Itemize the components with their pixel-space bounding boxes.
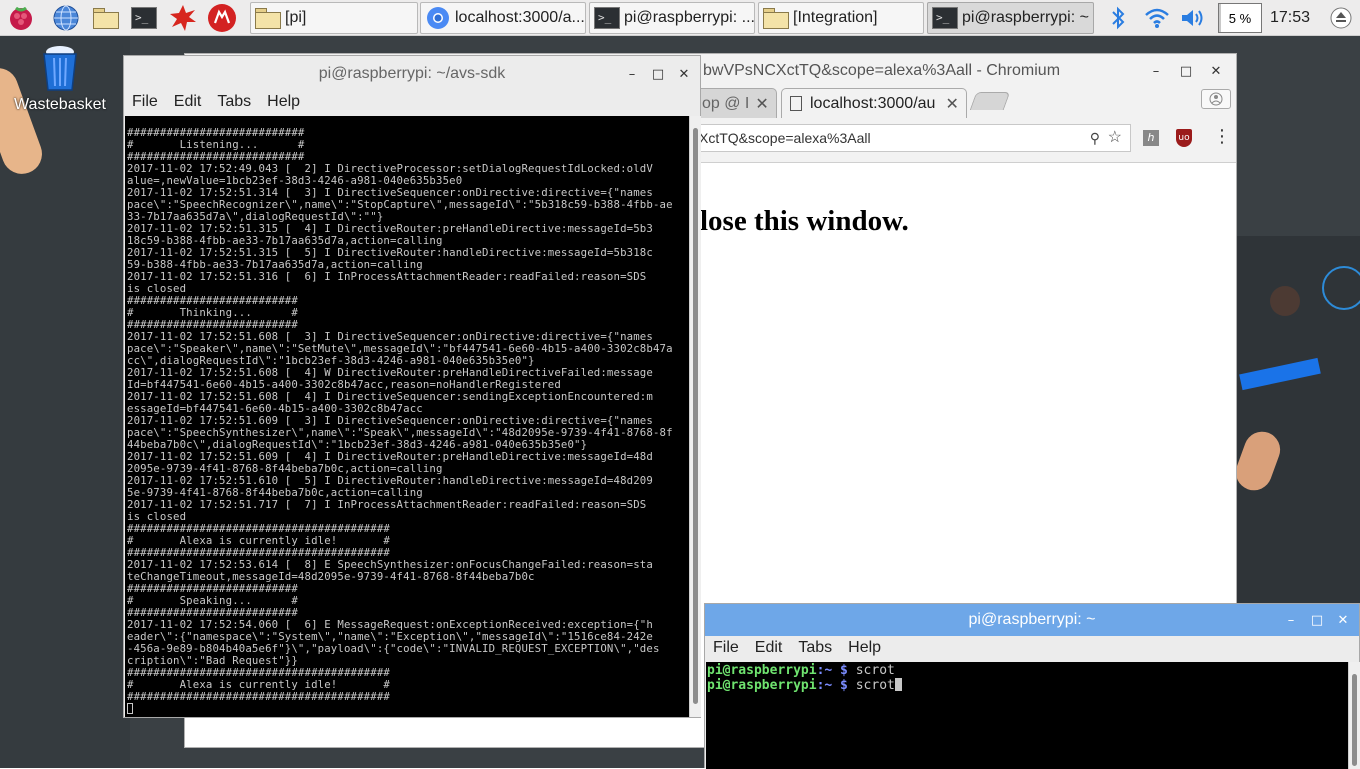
bookmark-star-icon[interactable]: ☆ <box>1108 125 1122 151</box>
menu-edit[interactable]: Edit <box>174 93 202 111</box>
taskbar-task-pi-folder[interactable]: [pi] <box>250 2 418 34</box>
new-tab-button[interactable] <box>969 92 1011 110</box>
window-title: bwVPsNCXctTQ&scope=alexa%3Aall - Chromiu… <box>703 62 1061 79</box>
terminal-output[interactable]: ########################### # Listening..… <box>125 116 689 717</box>
window-title: pi@raspberrypi: ~/avs-sdk <box>318 65 506 82</box>
menu-icon[interactable]: ⋮ <box>1213 127 1231 147</box>
cpu-usage-fill <box>1219 4 1222 32</box>
eject-icon[interactable] <box>1326 0 1356 36</box>
maximize-button[interactable]: □ <box>650 66 666 82</box>
terminal-icon: >_ <box>932 6 958 30</box>
address-bar[interactable]: XctTQ&scope=alexa%3Aall ⚲ ☆ <box>699 124 1131 152</box>
page-heading: lose this window. <box>700 205 909 237</box>
wastebasket-icon <box>40 44 80 92</box>
task-label: [Integration] <box>793 9 878 26</box>
taskbar-task-terminal-home[interactable]: >_ pi@raspberrypi: ~ <box>927 2 1094 34</box>
raspberry-menu-icon[interactable] <box>6 3 36 33</box>
chromium-icon <box>425 6 451 30</box>
task-label: localhost:3000/a... <box>455 9 585 26</box>
terminal-window-home: pi@raspberrypi: ~ – □ ✕ File Edit Tabs H… <box>704 603 1360 769</box>
terminal-cursor <box>894 678 902 691</box>
burst-app-icon[interactable] <box>168 3 198 33</box>
web-browser-icon[interactable] <box>51 3 81 33</box>
tab-label: localhost:3000/au <box>810 94 936 112</box>
task-label: pi@raspberrypi: ~ <box>962 9 1089 26</box>
minimize-button[interactable]: – <box>1148 63 1164 79</box>
menu-tabs[interactable]: Tabs <box>798 639 832 657</box>
close-button[interactable]: ✕ <box>1208 63 1224 79</box>
desktop-icon-label: Wastebasket <box>14 96 106 113</box>
bluetooth-icon[interactable] <box>1104 0 1132 36</box>
terminal-output[interactable]: pi@raspberrypi:~ $ scrot pi@raspberrypi:… <box>706 662 1348 769</box>
terminal-window-avs: pi@raspberrypi: ~/avs-sdk – □ ✕ File Edi… <box>123 55 701 718</box>
menu-file[interactable]: File <box>132 93 158 111</box>
terminal-icon[interactable]: >_ <box>129 3 159 33</box>
taskbar-task-integration-folder[interactable]: [Integration] <box>758 2 924 34</box>
folder-icon <box>763 6 789 30</box>
task-label: pi@raspberrypi: ... <box>624 9 754 26</box>
tab-1[interactable]: localhost:3000/au ✕ <box>781 88 967 118</box>
terminal-line: ######################################## <box>127 690 390 703</box>
window-title: pi@raspberrypi: ~ <box>968 611 1096 628</box>
address-text: XctTQ&scope=alexa%3Aall <box>699 130 871 146</box>
menu-file[interactable]: File <box>713 639 739 657</box>
terminal-cursor <box>127 703 689 715</box>
desktop-icon-wastebasket[interactable]: Wastebasket <box>10 44 110 114</box>
clock[interactable]: 17:53 <box>1270 0 1310 36</box>
folder-icon <box>255 6 281 30</box>
menu-help[interactable]: Help <box>267 93 300 111</box>
terminal-line: pi@raspberrypi:~ $ scrot <box>707 663 895 678</box>
page-icon <box>790 96 802 111</box>
wifi-icon[interactable] <box>1142 0 1172 36</box>
terminal-line: pi@raspberrypi:~ $ scrot <box>707 678 1348 693</box>
extension-h-icon[interactable]: h <box>1143 130 1159 146</box>
menu-edit[interactable]: Edit <box>755 639 783 657</box>
taskbar-task-terminal-avs[interactable]: >_ pi@raspberrypi: ... <box>589 2 755 34</box>
terminal-icon: >_ <box>594 6 620 30</box>
volume-icon[interactable] <box>1178 0 1208 36</box>
cpu-usage-monitor[interactable]: 5 % <box>1218 3 1262 33</box>
scrollbar-thumb[interactable] <box>693 128 698 704</box>
close-button[interactable]: ✕ <box>1335 612 1351 628</box>
menu-help[interactable]: Help <box>848 639 881 657</box>
key-icon[interactable]: ⚲ <box>1090 125 1100 151</box>
taskbar: >_ [pi] localhost:3000/a... >_ pi@raspbe… <box>0 0 1360 36</box>
cpu-usage-label: 5 % <box>1228 10 1252 26</box>
scrollbar[interactable] <box>1348 662 1360 769</box>
minimize-button[interactable]: – <box>1283 612 1299 628</box>
scrollbar-thumb[interactable] <box>1352 674 1357 766</box>
tab-close-icon[interactable]: ✕ <box>945 94 958 114</box>
wolfram-icon[interactable] <box>207 3 237 33</box>
menu-tabs[interactable]: Tabs <box>217 93 251 111</box>
tab-label: op @ I <box>702 94 750 112</box>
ublock-icon[interactable]: uo <box>1176 129 1192 147</box>
terminal-line: 2017-11-02 17:52:51.316 [ 6] I InProcess… <box>127 270 647 283</box>
taskbar-task-chromium[interactable]: localhost:3000/a... <box>420 2 586 34</box>
scrollbar[interactable] <box>689 116 701 717</box>
file-manager-icon[interactable] <box>91 3 121 33</box>
minimize-button[interactable]: – <box>624 66 640 82</box>
task-label: [pi] <box>285 9 307 26</box>
profile-icon[interactable] <box>1201 89 1231 109</box>
tab-close-icon[interactable]: ✕ <box>755 94 768 114</box>
tab-0[interactable]: op @ I ✕ <box>693 88 777 118</box>
maximize-button[interactable]: □ <box>1178 63 1194 79</box>
close-button[interactable]: ✕ <box>676 66 692 82</box>
maximize-button[interactable]: □ <box>1309 612 1325 628</box>
terminal-line: 2017-11-02 17:52:51.717 [ 7] I InProcess… <box>127 498 647 511</box>
